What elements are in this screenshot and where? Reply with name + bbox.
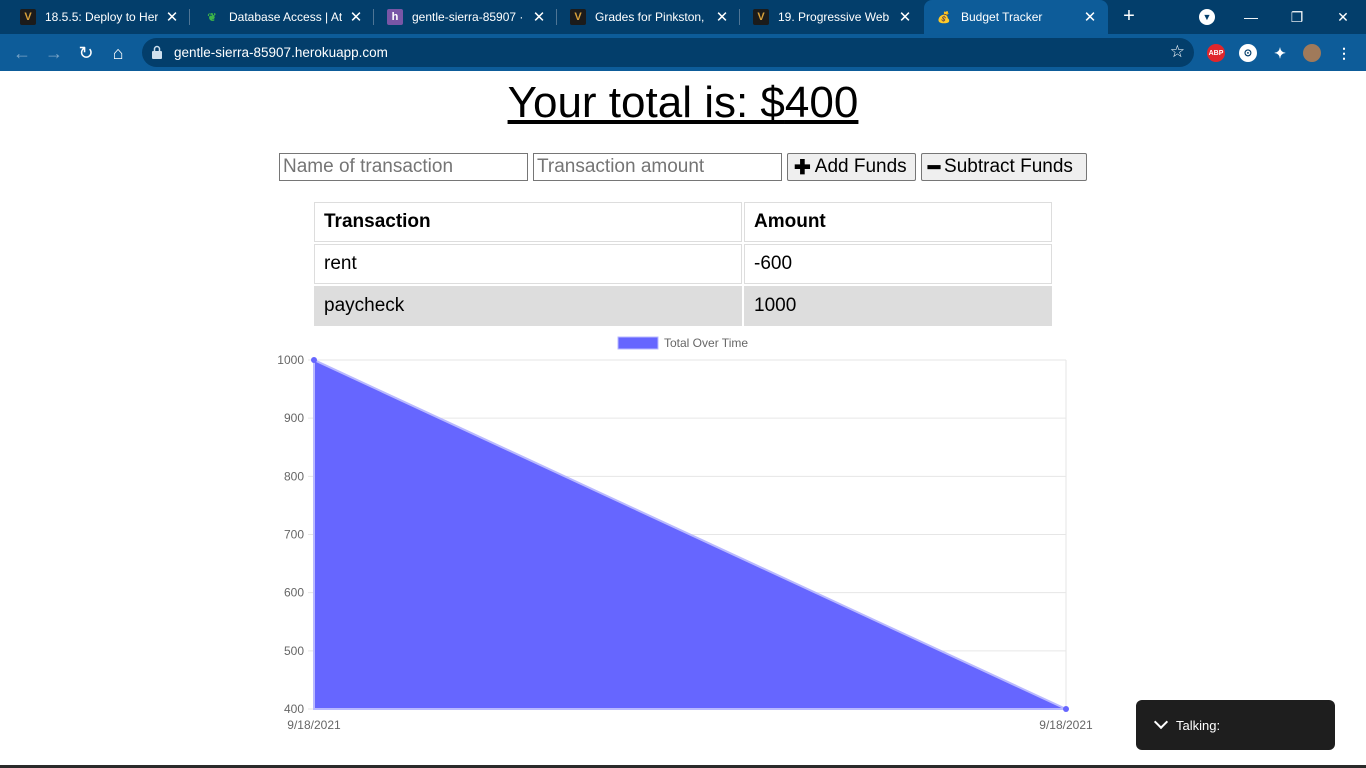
browser-tab[interactable]: V 19. Progressive Web Apps ✕ [741,0,923,34]
table-header-row: Transaction Amount [314,202,1052,242]
back-button[interactable]: ← [8,39,36,67]
lock-icon [152,45,162,59]
close-icon[interactable]: ✕ [531,8,547,26]
restore-button[interactable]: ❐ [1274,0,1320,34]
subtract-funds-button[interactable]: ━ Subtract Funds [921,153,1087,181]
close-icon[interactable]: ✕ [164,8,180,26]
close-icon[interactable]: ✕ [714,8,730,26]
adblock-icon[interactable]: ABP [1207,44,1225,62]
y-tick-label: 500 [284,644,304,658]
tab-title: Budget Tracker [961,10,1043,24]
mongodb-leaf-icon: ❦ [207,11,217,24]
browser-tab-bar: V 18.5.5: Deploy to Heroku ✕ ❦ Database … [0,0,1366,34]
close-window-button[interactable]: ✕ [1320,0,1366,34]
reload-button[interactable]: ↻ [72,39,100,67]
x-tick-label: 9/18/2021 [1039,718,1093,732]
tab-search-icon[interactable]: ▼ [1199,9,1215,25]
total-value: 400 [784,78,859,127]
bookmark-star-icon[interactable]: ☆ [1170,42,1185,62]
minimize-button[interactable]: — [1228,0,1274,34]
vanderbilt-v-icon: V [753,9,769,25]
minus-icon: ━ [928,156,941,179]
tab-title: 19. Progressive Web Apps [778,10,891,24]
address-bar[interactable]: gentle-sierra-85907.herokuapp.com ☆ [142,38,1194,67]
vanderbilt-v-icon: V [20,9,36,25]
transaction-name-input[interactable] [279,153,528,181]
data-point [1063,706,1069,712]
transaction-name-cell: paycheck [314,286,742,326]
browser-toolbar: ← → ↻ ⌂ gentle-sierra-85907.herokuapp.co… [0,34,1366,71]
browser-tab[interactable]: V 18.5.5: Deploy to Heroku ✕ [8,0,190,34]
total-over-time-chart: 1000 900 800 700 600 500 400 9/18/2021 9/18/2021… [277,336,1093,732]
data-point [311,357,317,363]
browser-tab[interactable]: h gentle-sierra-85907 · Settings ✕ [375,0,557,34]
talking-label: Talking: [1176,717,1221,733]
table-row: paycheck 1000 [314,286,1052,326]
money-bag-icon: 💰 [937,11,951,24]
column-header: Transaction [314,202,742,242]
home-button[interactable]: ⌂ [104,39,132,67]
vanderbilt-v-icon: V [570,9,586,25]
table-row: rent -600 [314,244,1052,284]
add-funds-button[interactable]: ✚ Add Funds [787,153,916,181]
extension-icon[interactable]: ⊙ [1239,44,1257,62]
close-icon[interactable]: ✕ [348,8,364,26]
column-header: Amount [744,202,1052,242]
forward-button[interactable]: → [40,39,68,67]
page-title: Your total is: $400 [0,78,1366,128]
browser-tab-active[interactable]: 💰 Budget Tracker ✕ [924,0,1108,34]
chevron-down-icon[interactable] [1153,714,1169,730]
close-icon[interactable]: ✕ [1082,8,1098,26]
tab-title: 18.5.5: Deploy to Heroku [45,10,158,24]
new-tab-button[interactable]: + [1117,5,1141,29]
transaction-amount-input[interactable] [533,153,782,181]
x-tick-label: 9/18/2021 [287,718,341,732]
browser-tab[interactable]: V Grades for Pinkston, M ✕ [558,0,740,34]
y-tick-label: 400 [284,702,304,716]
browser-tab[interactable]: ❦ Database Access | Atlas ✕ [192,0,374,34]
menu-icon[interactable]: ⋮ [1335,44,1353,62]
transaction-amount-cell: 1000 [744,286,1052,326]
puzzle-icon[interactable]: ✦ [1271,44,1289,62]
close-icon[interactable]: ✕ [897,8,913,26]
y-tick-label: 700 [284,528,304,542]
plus-icon: ✚ [794,156,811,179]
transactions-table: Transaction Amount rent -600 paycheck 10… [312,200,1054,328]
url-text: gentle-sierra-85907.herokuapp.com [174,45,388,60]
y-tick-label: 800 [284,469,304,483]
talking-indicator[interactable]: Talking: [1136,700,1335,750]
tab-title: Grades for Pinkston, M [595,10,708,24]
legend-label: Total Over Time [664,336,748,350]
transaction-amount-cell: -600 [744,244,1052,284]
tab-title: gentle-sierra-85907 · Settings [412,10,525,24]
y-tick-label: 600 [284,586,304,600]
y-tick-label: 1000 [277,353,304,367]
total-prefix: Your total is: $ [507,78,785,127]
tab-title: Database Access | Atlas [229,10,342,24]
y-tick-label: 900 [284,411,304,425]
legend-swatch [617,336,659,350]
avatar[interactable] [1303,44,1321,62]
transaction-name-cell: rent [314,244,742,284]
heroku-icon: h [387,9,403,25]
